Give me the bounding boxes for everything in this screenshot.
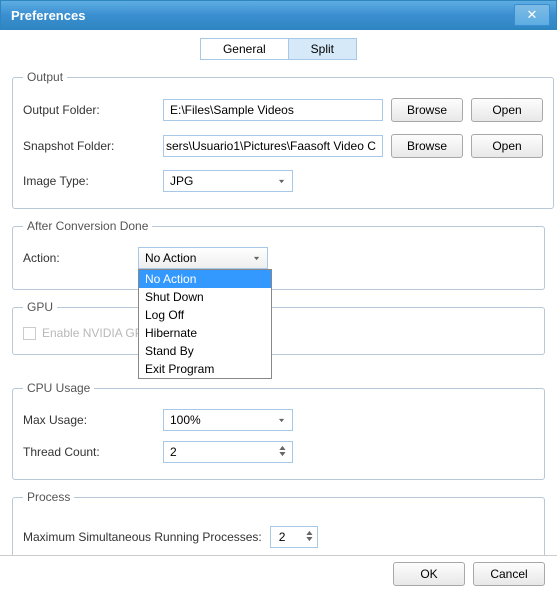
cancel-button[interactable]: Cancel xyxy=(473,562,545,586)
group-output-legend: Output xyxy=(23,70,67,84)
action-option[interactable]: Stand By xyxy=(139,342,271,360)
max-usage-combo[interactable]: 100% ▼ xyxy=(163,409,293,431)
action-combo-value: No Action xyxy=(145,251,196,265)
max-processes-label: Maximum Simultaneous Running Processes: xyxy=(23,530,262,544)
spinner-arrows-icon[interactable]: ▲▼ xyxy=(306,531,313,543)
max-processes-value: 2 xyxy=(279,530,286,544)
close-icon: ✕ xyxy=(527,7,538,23)
image-type-combo[interactable]: JPG ▼ xyxy=(163,170,293,192)
group-cpu: CPU Usage Max Usage: 100% ▼ Thread Count… xyxy=(12,381,545,480)
action-label: Action: xyxy=(23,251,138,265)
action-option[interactable]: Shut Down xyxy=(139,288,271,306)
group-gpu-legend: GPU xyxy=(23,300,57,314)
titlebar: Preferences ✕ xyxy=(0,0,557,30)
group-cpu-legend: CPU Usage xyxy=(23,381,94,395)
group-after-legend: After Conversion Done xyxy=(23,219,152,233)
output-folder-label: Output Folder: xyxy=(23,103,163,117)
thread-count-spinner[interactable]: 2 ▲▼ xyxy=(163,441,293,463)
max-processes-spinner[interactable]: 2 ▲▼ xyxy=(270,526,318,548)
thread-count-value: 2 xyxy=(170,445,177,459)
window-title: Preferences xyxy=(11,8,85,23)
enable-nvidia-checkbox xyxy=(23,327,36,340)
max-usage-value: 100% xyxy=(170,413,201,427)
image-type-label: Image Type: xyxy=(23,174,163,188)
group-output: Output Output Folder: Browse Open Snapsh… xyxy=(12,70,554,209)
thread-count-label: Thread Count: xyxy=(23,445,163,459)
group-after-conversion: After Conversion Done Action: No Action … xyxy=(12,219,545,290)
tab-split[interactable]: Split xyxy=(289,39,356,59)
max-usage-label: Max Usage: xyxy=(23,413,163,427)
chevron-down-icon: ▼ xyxy=(252,255,261,261)
tab-strip: General Split xyxy=(12,38,545,60)
image-type-value: JPG xyxy=(170,174,193,188)
action-option[interactable]: No Action xyxy=(139,270,271,288)
ok-button[interactable]: OK xyxy=(393,562,465,586)
tab-general[interactable]: General xyxy=(201,39,289,59)
enable-nvidia-label: Enable NVIDIA GP xyxy=(42,326,143,340)
output-folder-input[interactable] xyxy=(163,99,383,121)
snapshot-browse-button[interactable]: Browse xyxy=(391,134,463,158)
dialog-footer: OK Cancel xyxy=(0,555,557,591)
action-dropdown: No Action Shut Down Log Off Hibernate St… xyxy=(138,269,272,379)
output-folder-open-button[interactable]: Open xyxy=(471,98,543,122)
snapshot-folder-input[interactable] xyxy=(163,135,383,157)
group-gpu: GPU Enable NVIDIA GP xyxy=(12,300,545,355)
action-option[interactable]: Hibernate xyxy=(139,324,271,342)
chevron-down-icon: ▼ xyxy=(277,417,286,423)
close-button[interactable]: ✕ xyxy=(514,4,550,26)
group-process-legend: Process xyxy=(23,490,74,504)
snapshot-open-button[interactable]: Open xyxy=(471,134,543,158)
chevron-down-icon: ▼ xyxy=(277,178,286,184)
action-option[interactable]: Log Off xyxy=(139,306,271,324)
spinner-arrows-icon[interactable]: ▲▼ xyxy=(279,446,286,458)
action-combo[interactable]: No Action ▼ No Action Shut Down Log Off … xyxy=(138,247,268,269)
snapshot-folder-label: Snapshot Folder: xyxy=(23,139,163,153)
output-folder-browse-button[interactable]: Browse xyxy=(391,98,463,122)
action-option[interactable]: Exit Program xyxy=(139,360,271,378)
